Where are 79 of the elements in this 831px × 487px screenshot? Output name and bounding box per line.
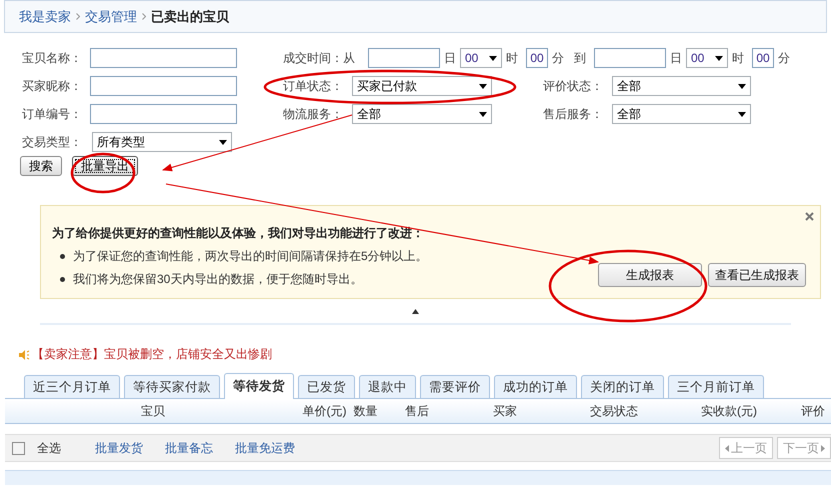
right-triangle-icon [821, 444, 825, 452]
field-label: 物流服务： [283, 106, 344, 122]
order-tab[interactable]: 近三个月订单 [24, 375, 120, 398]
field-label: 到 [574, 50, 587, 66]
text-field[interactable] [90, 48, 237, 68]
hour-select[interactable]: 00 [460, 48, 502, 68]
order-tab[interactable]: 需要评价 [420, 375, 490, 398]
text-field[interactable] [90, 76, 237, 96]
column-header: 买家 [492, 402, 518, 420]
unit-label: 时 [506, 50, 518, 66]
field-label: 宝贝名称： [22, 50, 83, 66]
text-field[interactable] [90, 104, 237, 124]
caret-icon [715, 56, 723, 60]
field-label: 订单编号： [22, 106, 83, 122]
unit-label: 时 [732, 50, 744, 66]
minute-field[interactable]: 00 [526, 48, 548, 68]
select-all-label: 全选 [37, 440, 61, 456]
field-label: 评价状态： [543, 78, 604, 94]
caret-icon [738, 84, 746, 88]
date-field[interactable] [594, 48, 666, 68]
chevron-icon [142, 13, 146, 20]
unit-label: 日 [670, 50, 682, 66]
field-label: 买家昵称： [22, 78, 83, 94]
caret-icon [479, 84, 487, 88]
order-tab[interactable]: 退款中 [359, 375, 416, 398]
batch-link[interactable]: 批量备忘 [165, 440, 213, 456]
select-field[interactable]: 所有类型 [92, 132, 232, 152]
order-tab[interactable]: 已发货 [298, 375, 355, 398]
caret-icon [489, 56, 497, 60]
date-field[interactable] [368, 48, 440, 68]
alert-link[interactable]: 【卖家注意】宝贝被删空，店铺安全又出惨剧 [32, 346, 272, 363]
speaker-icon [18, 348, 30, 360]
batch-link[interactable]: 批量发货 [95, 440, 143, 456]
left-triangle-icon [725, 444, 729, 452]
caret-icon [738, 112, 746, 116]
collapse-icon[interactable] [412, 309, 419, 314]
hour-select[interactable]: 00 [686, 48, 728, 68]
column-header: 交易状态 [589, 402, 639, 420]
notice-text: 我们将为您保留30天内导出的数据，便于您随时导出。 [73, 271, 362, 288]
column-header: 宝贝 [140, 402, 166, 420]
order-tab[interactable]: 三个月前订单 [668, 375, 764, 398]
field-label: 售后服务： [543, 106, 604, 122]
column-header: 售后 [404, 402, 430, 420]
select-field[interactable]: 全部 [612, 76, 751, 96]
column-header: 实收款(元) [700, 402, 758, 420]
unit-label: 分 [552, 50, 564, 66]
notice-text: 为了保证您的查询性能，两次导出的时间间隔请保持在5分钟以上。 [73, 248, 428, 265]
select-field[interactable]: 全部 [612, 104, 751, 124]
order-tab[interactable]: 关闭的订单 [581, 375, 664, 398]
field-label: 成交时间：从 [283, 50, 356, 66]
column-header: 评价 [800, 402, 826, 420]
unit-label: 日 [444, 50, 456, 66]
chevron-icon [76, 13, 80, 20]
breadcrumb-link[interactable]: 我是卖家 [19, 8, 71, 26]
notice-title: 为了给你提供更好的查询性能以及体验，我们对导出功能进行了改进： [52, 225, 425, 242]
order-tab[interactable]: 等待买家付款 [124, 375, 220, 398]
caret-icon [479, 112, 487, 116]
breadcrumb-link[interactable]: 交易管理 [85, 8, 137, 26]
select-field[interactable]: 全部 [352, 104, 492, 124]
order-tab[interactable]: 等待发货 [224, 373, 294, 399]
report-button[interactable]: 查看已生成报表 [708, 263, 806, 287]
checkbox[interactable] [12, 442, 25, 454]
column-header: 单价(元) [302, 402, 348, 420]
action-button[interactable]: 搜索 [20, 156, 62, 176]
field-label: 交易类型： [22, 134, 83, 150]
breadcrumb-current: 已卖出的宝贝 [151, 8, 229, 26]
report-button[interactable]: 生成报表 [598, 263, 702, 287]
bullet-icon [60, 277, 65, 282]
select-field[interactable]: 买家已付款 [352, 76, 492, 96]
annotation-ellipse [70, 152, 136, 194]
field-label: 订单状态： [283, 78, 344, 94]
caret-icon [219, 140, 227, 144]
close-icon[interactable] [805, 212, 814, 221]
column-header: 数量 [352, 402, 378, 420]
minute-field[interactable]: 00 [752, 48, 774, 68]
bullet-icon [60, 254, 65, 259]
unit-label: 分 [778, 50, 790, 66]
order-tab[interactable]: 成功的订单 [494, 375, 577, 398]
batch-link[interactable]: 批量免运费 [235, 440, 295, 456]
